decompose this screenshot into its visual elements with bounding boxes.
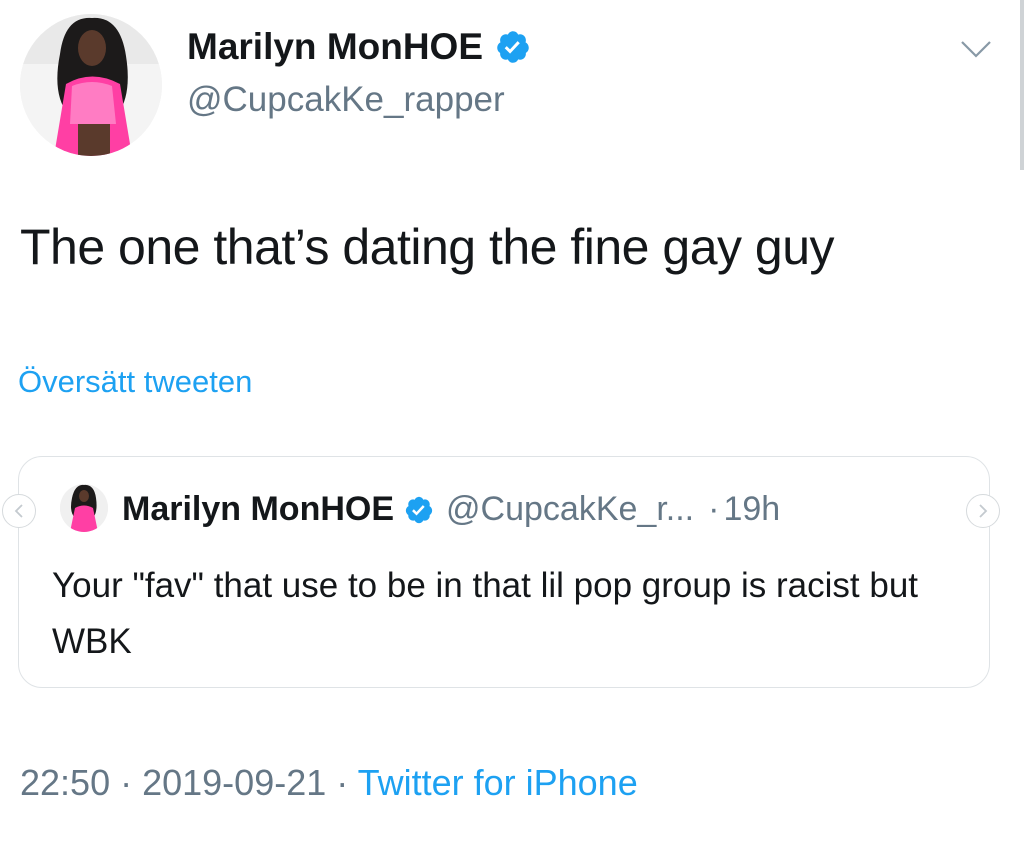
author-handle[interactable]: @CupcakKe_rapper <box>187 80 505 120</box>
chevron-left-icon <box>14 504 23 518</box>
tweet-text: The one that’s dating the fine gay guy <box>20 219 835 275</box>
tweet-meta: 22:50 · 2019-09-21 · Twitter for iPhone <box>20 762 638 804</box>
verified-badge-icon <box>405 496 433 523</box>
chevron-right-icon <box>979 504 988 518</box>
translate-tweet-link[interactable]: Översätt tweeten <box>18 364 252 400</box>
chevron-down-icon <box>961 41 991 58</box>
next-button[interactable] <box>966 494 1000 528</box>
tweet-screen: Marilyn MonHOE @CupcakKe_rapper The one … <box>0 0 1024 850</box>
author-name[interactable]: Marilyn MonHOE <box>187 26 531 68</box>
quoted-timestamp[interactable]: 19h <box>723 490 780 529</box>
tweet-date[interactable]: 2019-09-21 <box>142 762 326 803</box>
previous-button[interactable] <box>2 494 36 528</box>
tweet-source-link[interactable]: Twitter for iPhone <box>358 762 638 803</box>
quoted-avatar[interactable] <box>60 484 108 532</box>
meta-separator: · <box>326 762 358 803</box>
quoted-separator: · <box>708 490 720 528</box>
tweet-menu-button[interactable] <box>958 36 994 62</box>
quoted-tweet-text: Your "fav" that use to be in that lil po… <box>52 566 919 661</box>
author-avatar[interactable] <box>20 14 162 156</box>
quoted-author-name[interactable]: Marilyn MonHOE <box>122 490 394 529</box>
verified-badge-icon <box>497 31 529 63</box>
author-name-text[interactable]: Marilyn MonHOE <box>187 26 483 68</box>
quoted-header: Marilyn MonHOE @CupcakKe_r... · 19h <box>122 490 780 529</box>
tweet-time[interactable]: 22:50 <box>20 762 110 803</box>
meta-separator: · <box>110 762 143 803</box>
quoted-author-handle[interactable]: @CupcakKe_r... <box>446 490 694 529</box>
scrollbar[interactable] <box>1020 0 1024 170</box>
